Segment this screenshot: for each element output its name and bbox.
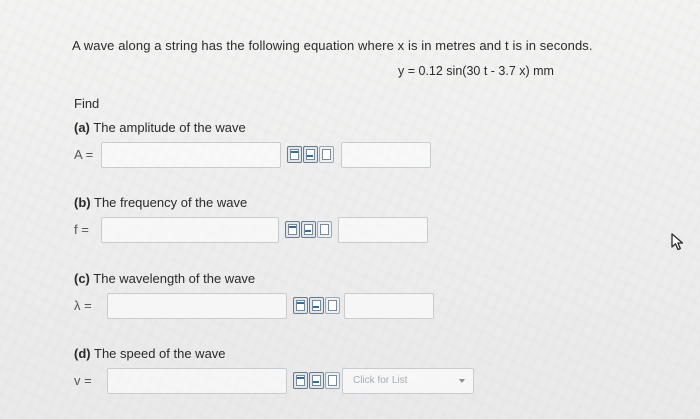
- amplitude-unit-box[interactable]: [341, 142, 431, 168]
- part-b-answer-row: f =: [74, 217, 674, 247]
- attach-file-icon[interactable]: [325, 372, 340, 389]
- part-d-text: The speed of the wave: [94, 346, 226, 361]
- speed-input[interactable]: [107, 368, 287, 394]
- formula-editor-icon[interactable]: [293, 297, 308, 314]
- formula-editor-icon[interactable]: [293, 372, 308, 389]
- mouse-cursor-icon: [671, 233, 684, 251]
- part-c-variable: λ =: [74, 298, 92, 313]
- part-c-tag: (c): [74, 271, 90, 286]
- amplitude-input[interactable]: [101, 142, 281, 168]
- part-a-text: The amplitude of the wave: [93, 120, 246, 135]
- upload-image-icon[interactable]: [309, 297, 324, 314]
- part-a-answer-row: A =: [74, 142, 674, 172]
- part-d: (d) The speed of the wave v = Click for …: [74, 346, 674, 416]
- part-b: (b) The frequency of the wave f =: [74, 195, 674, 265]
- part-a-tools: [287, 146, 337, 164]
- part-b-variable: f =: [74, 222, 89, 237]
- part-b-label: (b) The frequency of the wave: [74, 195, 674, 210]
- part-b-tag: (b): [74, 195, 91, 210]
- part-d-answer-row: v = Click for List: [74, 368, 674, 398]
- wavelength-unit-box[interactable]: [344, 293, 434, 319]
- unit-select-placeholder: Click for List: [353, 375, 408, 386]
- part-c-tools: [293, 297, 343, 315]
- part-a-variable: A =: [74, 147, 94, 162]
- speed-unit-select[interactable]: Click for List: [342, 368, 474, 394]
- find-label: Find: [74, 96, 100, 111]
- part-a-label: (a) The amplitude of the wave: [74, 120, 674, 135]
- part-c-text: The wavelength of the wave: [93, 271, 256, 286]
- question-page: A wave along a string has the following …: [0, 0, 700, 419]
- upload-image-icon[interactable]: [301, 221, 316, 238]
- formula-editor-icon[interactable]: [285, 221, 300, 238]
- frequency-input[interactable]: [101, 217, 279, 243]
- problem-statement: A wave along a string has the following …: [72, 38, 593, 53]
- part-b-tools: [285, 221, 335, 239]
- part-d-tools: [293, 372, 343, 390]
- frequency-unit-box[interactable]: [338, 217, 428, 243]
- part-c: (c) The wavelength of the wave λ =: [74, 271, 674, 341]
- part-d-label: (d) The speed of the wave: [74, 346, 674, 361]
- formula-editor-icon[interactable]: [287, 146, 302, 163]
- part-c-answer-row: λ =: [74, 293, 674, 323]
- part-b-text: The frequency of the wave: [94, 195, 248, 210]
- wavelength-input[interactable]: [107, 293, 287, 319]
- chevron-down-icon: [459, 379, 465, 383]
- attach-file-icon[interactable]: [317, 221, 332, 238]
- attach-file-icon[interactable]: [319, 146, 334, 163]
- wave-equation: y = 0.12 sin(30 t - 3.7 x) mm: [398, 64, 554, 78]
- upload-image-icon[interactable]: [309, 372, 324, 389]
- part-a-tag: (a): [74, 120, 90, 135]
- attach-file-icon[interactable]: [325, 297, 340, 314]
- part-c-label: (c) The wavelength of the wave: [74, 271, 674, 286]
- part-a: (a) The amplitude of the wave A =: [74, 120, 674, 190]
- upload-image-icon[interactable]: [303, 146, 318, 163]
- part-d-variable: v =: [74, 373, 92, 388]
- part-d-tag: (d): [74, 346, 91, 361]
